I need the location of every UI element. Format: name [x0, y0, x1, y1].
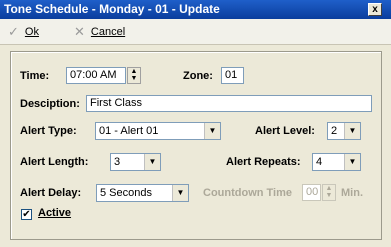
chevron-down-icon[interactable]: ▼ [204, 123, 220, 139]
alert-type-label: Alert Type: [20, 125, 77, 137]
zone-input[interactable]: 01 [221, 67, 244, 84]
active-checkbox[interactable]: ✔ [21, 209, 32, 220]
ok-label: Ok [24, 26, 39, 38]
cancel-button[interactable]: ✕ Cancel [74, 24, 125, 40]
alert-repeats-select[interactable]: 4 ▼ [312, 153, 361, 171]
title-bar: Tone Schedule - Monday - 01 - Update x [0, 0, 391, 19]
x-icon: ✕ [74, 24, 85, 39]
alert-length-value: 3 [114, 156, 121, 168]
chevron-down-icon[interactable]: ▼ [344, 154, 360, 170]
description-input[interactable]: First Class [86, 95, 372, 112]
window-title: Tone Schedule - Monday - 01 - Update [4, 2, 220, 16]
spin-up-icon[interactable]: ▲ [128, 68, 140, 75]
countdown-unit: Min. [341, 187, 363, 199]
alert-type-select[interactable]: 01 - Alert 01 ▼ [95, 122, 221, 140]
alert-delay-value: 5 Seconds [100, 187, 152, 199]
chevron-down-icon[interactable]: ▼ [172, 185, 188, 201]
alert-level-value: 2 [331, 125, 338, 137]
spin-down-icon: ▼ [325, 192, 333, 199]
tone-schedule-window: Tone Schedule - Monday - 01 - Update x ✓… [0, 0, 391, 247]
alert-repeats-label: Alert Repeats: [226, 156, 301, 168]
close-button[interactable]: x [368, 3, 382, 16]
spin-up-icon: ▲ [325, 185, 333, 192]
countdown-label: Countdown Time [203, 187, 293, 199]
time-input[interactable]: 07:00 AM [66, 67, 126, 84]
time-label: Time: [20, 70, 50, 82]
active-label: Active [38, 207, 72, 219]
countdown-spinner: ▲ ▼ [322, 184, 336, 201]
alert-level-select[interactable]: 2 ▼ [327, 122, 361, 140]
alert-delay-label: Alert Delay: [20, 187, 82, 199]
alert-length-label: Alert Length: [20, 156, 89, 168]
alert-repeats-value: 4 [316, 156, 323, 168]
time-spinner[interactable]: ▲ ▼ [127, 67, 141, 84]
countdown-input: 00 [302, 184, 321, 201]
toolbar: ✓ Ok ✕ Cancel [0, 19, 391, 45]
spin-down-icon[interactable]: ▼ [128, 75, 140, 82]
alert-type-value: 01 - Alert 01 [99, 125, 159, 137]
chevron-down-icon[interactable]: ▼ [144, 154, 160, 170]
zone-label: Zone: [183, 70, 213, 82]
cancel-label: Cancel [90, 26, 126, 38]
alert-length-select[interactable]: 3 ▼ [110, 153, 161, 171]
alert-delay-select[interactable]: 5 Seconds ▼ [96, 184, 189, 202]
checkmark-icon: ✓ [8, 24, 19, 39]
alert-level-label: Alert Level: [255, 125, 315, 137]
chevron-down-icon[interactable]: ▼ [344, 123, 360, 139]
ok-button[interactable]: ✓ Ok [8, 24, 39, 40]
description-label: Desciption: [20, 98, 80, 110]
